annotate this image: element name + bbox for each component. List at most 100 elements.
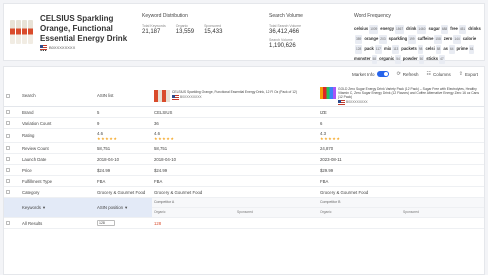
table-row: Price $24.99 $24.99 $29.99 (4, 165, 484, 176)
word-frequency-word[interactable]: drinks (468, 26, 481, 31)
product-b-title[interactable]: GOLD Zero Sugar Energy Drink Variety Pac… (338, 87, 484, 99)
word-frequency-word[interactable]: pack (364, 46, 374, 51)
row-label: Launch Date (22, 156, 47, 162)
keywords-header: Keywords ▾ ASIN position ▾ Competitor A Or… (4, 198, 484, 218)
row-value: 4.3 ★★★★★ (318, 131, 484, 141)
search-volume-title: Search Volume (269, 13, 303, 19)
word-frequency-count: 50 (418, 55, 425, 64)
row-value: $29.99 (320, 167, 334, 173)
sponsored-label: Sponsored (403, 210, 419, 215)
row-checkbox[interactable] (6, 133, 10, 138)
product-b-image (320, 86, 336, 99)
row-value: FBA (320, 178, 329, 184)
columns-icon: ☷ (426, 71, 432, 77)
word-frequency-word[interactable]: mix (384, 46, 391, 51)
word-frequency-count: 203 (379, 35, 387, 44)
product-a-asin[interactable]: B0XXXXXXXX (180, 95, 202, 99)
table-row: Review Count 58,751 58,751 24,870 (4, 143, 484, 154)
row-checkbox[interactable] (6, 190, 10, 194)
summary-panel: CELSIUS Sparkling Orange, Functional Ess… (3, 3, 485, 64)
refresh-button[interactable]: ⟳ Refresh (397, 71, 419, 77)
word-frequency-count: 1460 (417, 25, 427, 34)
keyword-distribution: Keyword Distribution Total Keywords 21,18… (142, 13, 262, 35)
group-b-label: Competitor B (318, 198, 484, 208)
refresh-icon: ⟳ (396, 71, 401, 77)
row-value: Grocery & Gourmet Food (97, 189, 146, 195)
word-frequency-count: 389 (355, 35, 363, 44)
market-info-toggle[interactable]: Market Info (352, 71, 389, 77)
word-frequency-word[interactable]: sugar (428, 26, 439, 31)
row-label: All Results (22, 220, 43, 226)
us-flag-icon (172, 94, 179, 100)
row-checkbox[interactable] (6, 179, 10, 183)
row-value: 58,751 (154, 145, 168, 151)
word-frequency-word[interactable]: zero (444, 36, 453, 41)
table-row: Fulfillment Type FBA FBA FBA (4, 176, 484, 187)
word-frequency-word[interactable]: calorie (463, 36, 477, 41)
word-frequency-word[interactable]: drink (406, 26, 416, 31)
word-frequency-count: 54 (395, 55, 401, 64)
word-frequency-word[interactable]: celsi (425, 46, 434, 51)
asin-text[interactable]: B0XXXXXXXX (49, 45, 75, 50)
chevron-down-icon: ▾ (125, 204, 128, 210)
columns-button[interactable]: ☷ Columns (427, 71, 451, 77)
kd-label: Organic (175, 24, 188, 28)
product-a-title[interactable]: CELSIUS Sparkling Orange, Functional Ess… (172, 90, 297, 94)
word-frequency-word[interactable]: free (450, 26, 458, 31)
row-checkbox[interactable] (6, 168, 10, 172)
row-value: 2018-04-10 (154, 156, 176, 162)
row-value: 24,870 (320, 145, 334, 151)
toggle-switch[interactable] (376, 71, 389, 77)
word-frequency-word[interactable]: sticks (426, 56, 438, 61)
sponsored-label: Sponsored (237, 210, 253, 215)
us-flag-icon (40, 45, 47, 50)
row-value: $24.99 (97, 167, 111, 173)
word-frequency-count: 117 (374, 45, 382, 54)
product-b-asin[interactable]: B0XXXXXXXX (346, 100, 368, 104)
word-frequency-word[interactable]: packets (401, 46, 417, 51)
refresh-label: Refresh (402, 71, 419, 77)
word-frequency-word[interactable]: caffeine (418, 36, 434, 41)
row-label: Variation Count (22, 120, 52, 126)
row-value: 2018-04-10 (97, 156, 119, 162)
kd-value: 13,559 (175, 29, 195, 35)
word-frequency-count: 688 (440, 25, 449, 34)
table-row: Launch Date 2018-04-10 2018-04-10 2023-08-1… (4, 154, 484, 165)
export-label: Export (464, 71, 478, 77)
table-row: Category Grocery & Gourmet Food Grocery & … (4, 187, 484, 198)
word-frequency-word[interactable]: celsius (354, 26, 368, 31)
product-b-header: GOLD Zero Sugar Energy Drink Variety Pac… (318, 86, 484, 105)
row-value: 5 (97, 109, 100, 115)
row-checkbox[interactable] (6, 121, 10, 125)
row-value: CELSIUS (154, 109, 173, 115)
word-frequency-word[interactable]: as (443, 46, 448, 51)
export-button[interactable]: ⇪ Export (459, 71, 478, 77)
row-checkbox[interactable] (6, 221, 10, 225)
word-frequency-word[interactable]: powder (403, 56, 418, 61)
position-input[interactable]: 128 (97, 220, 115, 226)
word-frequency-word[interactable]: organic (379, 56, 394, 61)
word-frequency-count: 128 (355, 45, 363, 54)
word-frequency-word[interactable]: sparkling (389, 36, 408, 41)
chevron-down-icon: ▾ (42, 204, 46, 210)
row-checkbox[interactable] (6, 146, 10, 150)
organic-label: Organic (320, 210, 332, 215)
row-value: 6 (320, 120, 323, 126)
word-frequency-word[interactable]: orange (364, 36, 378, 41)
row-checkbox[interactable] (6, 110, 10, 114)
kd-value: 21,187 (142, 29, 161, 35)
select-all-checkbox[interactable] (6, 93, 10, 98)
organic-label: Organic (154, 210, 166, 215)
asin-position-selector[interactable]: ASIN position ▾ (97, 205, 127, 211)
col-header-asin[interactable]: ASIN list (95, 93, 152, 98)
row-label: Category (22, 189, 40, 195)
word-frequency-count: 158 (434, 35, 442, 44)
word-frequency-word[interactable]: energy (380, 26, 394, 31)
keywords-selector[interactable]: Keywords ▾ (22, 205, 45, 211)
col-header-search[interactable]: Search (12, 93, 95, 98)
word-frequency-word[interactable]: monster (354, 56, 371, 61)
row-value: FBA (97, 178, 106, 184)
row-checkbox[interactable] (6, 157, 10, 161)
kd-label: Sponsored (204, 24, 222, 28)
word-frequency-word[interactable]: prime (457, 46, 468, 51)
